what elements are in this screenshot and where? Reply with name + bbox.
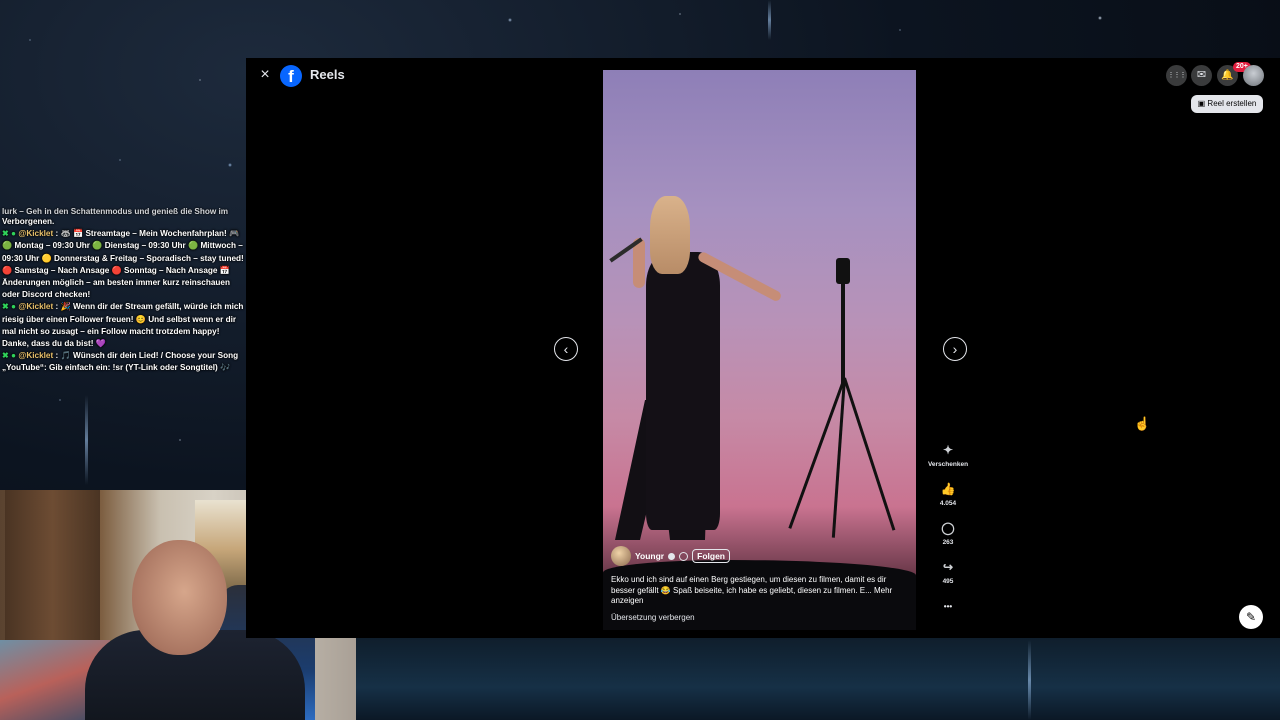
light-beam — [1028, 640, 1031, 720]
chat-username: @Kicklet — [18, 229, 54, 239]
edit-icon[interactable]: ✎ — [1239, 605, 1263, 629]
author-avatar[interactable] — [611, 546, 631, 566]
gift-label: Verschenken — [927, 461, 969, 468]
chat-message: lurk – Geh in den Schattenmodus und geni… — [2, 207, 229, 216]
singer-hair — [650, 196, 690, 274]
mouse-cursor-icon: ☝ — [1134, 416, 1151, 431]
chat-message: ✖ ● @Kicklet : 🦝 📅 Streamtage – Mein Woc… — [0, 228, 250, 301]
chat-text: : 🦝 📅 Streamtage – Mein Wochenfahrplan! … — [2, 229, 244, 300]
comment-action[interactable]: ◯ 263 — [926, 520, 970, 546]
globe-icon — [679, 551, 689, 561]
chat-badge-icon: ✖ ● — [2, 229, 17, 239]
chat-message: ✖ ● @Kicklet : 🎵 Wünsch dir dein Lied! /… — [0, 350, 250, 374]
reel-caption[interactable]: Ekko und ich sind auf einen Berg gestieg… — [611, 575, 901, 607]
stream-chat-overlay: lurk – Geh in den Schattenmodus und geni… — [0, 206, 250, 375]
like-count: 4.054 — [939, 500, 957, 507]
stream-background-strip — [355, 638, 1280, 720]
singer-body — [646, 252, 720, 530]
gift-action[interactable]: ✦ Verschenken — [926, 442, 970, 468]
comment-count: 263 — [942, 539, 954, 546]
profile-avatar[interactable] — [1243, 65, 1264, 86]
tripod-image — [773, 258, 896, 558]
reel-author-row: Youngr Folgen — [611, 546, 730, 566]
gift-icon: ✦ — [942, 443, 954, 457]
facebook-logo-icon[interactable]: f — [280, 65, 302, 87]
chat-username: @Kicklet — [18, 351, 54, 361]
verified-icon — [668, 552, 676, 560]
close-icon[interactable]: × — [256, 66, 274, 84]
share-count: 495 — [942, 578, 954, 585]
share-action[interactable]: ↪ 495 — [926, 559, 970, 585]
like-icon: 👍 — [940, 482, 956, 496]
chat-message: ✖ ● @Kicklet : 🎉 Wenn dir der Stream gef… — [0, 301, 250, 350]
chat-badge-icon: ✖ ● — [2, 302, 17, 312]
follow-button[interactable]: Folgen — [692, 549, 730, 563]
light-beam — [85, 395, 88, 485]
share-icon: ↪ — [942, 560, 954, 574]
like-action[interactable]: 👍 4.054 — [926, 481, 970, 507]
webcam-background-cabinet — [5, 490, 100, 640]
chat-badge-icon: ✖ ● — [2, 351, 17, 361]
hide-translation-link[interactable]: Übersetzung verbergen — [611, 613, 695, 622]
chat-username: @Kicklet — [18, 302, 54, 312]
apps-menu-icon[interactable]: ⋮⋮⋮ — [1166, 65, 1187, 86]
webcam-person-head — [132, 540, 227, 655]
chat-message: Verborgenen. — [2, 217, 55, 226]
next-reel-button[interactable]: › — [943, 337, 967, 361]
comment-icon: ◯ — [941, 521, 955, 535]
previous-reel-button[interactable]: ‹ — [554, 337, 578, 361]
create-reel-button[interactable]: ▣ Reel erstellen — [1191, 95, 1263, 113]
messenger-icon[interactable]: ✉ — [1191, 65, 1212, 86]
more-options-icon[interactable]: ••• — [926, 602, 970, 611]
light-beam — [768, 0, 771, 40]
page-title: Reels — [310, 67, 345, 82]
author-name[interactable]: Youngr — [635, 551, 664, 561]
